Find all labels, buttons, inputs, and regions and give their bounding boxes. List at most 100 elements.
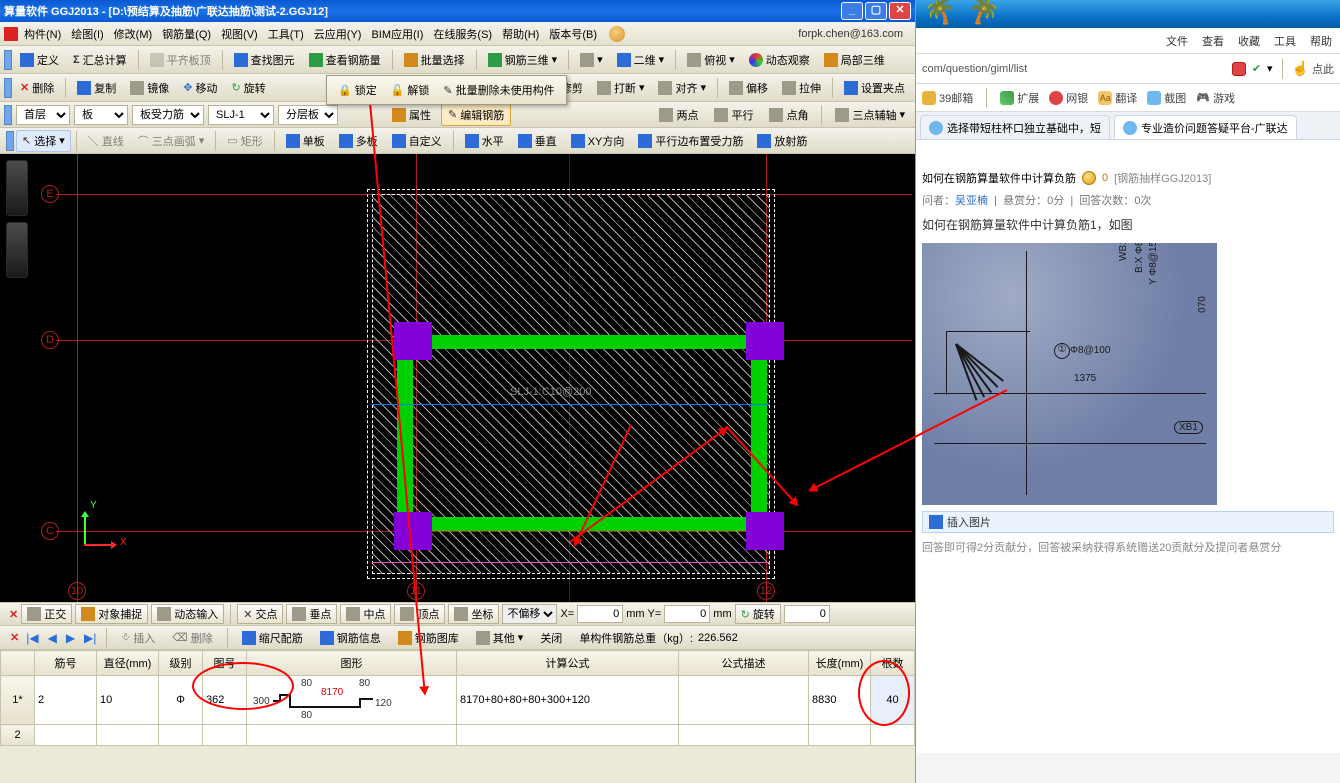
insert-row-button[interactable]: ⎀插入 [115, 627, 161, 649]
batch-select-button[interactable]: 批量选择 [398, 49, 471, 71]
single-slab-button[interactable]: 单板 [280, 130, 331, 152]
delete-button[interactable]: ✕删除 [14, 77, 60, 99]
cell-dia[interactable] [97, 725, 159, 746]
cell-grade[interactable] [159, 725, 203, 746]
point-angle-button[interactable]: 点角 [763, 105, 814, 125]
col-len[interactable]: 长度(mm) [809, 651, 871, 676]
twopoint-button[interactable]: 两点 [653, 105, 704, 125]
menu-online[interactable]: 在线服务(S) [429, 24, 496, 44]
set-grip-button[interactable]: 设置夹点 [838, 77, 911, 99]
edit-rebar-button[interactable]: ✎编辑钢筋 [441, 104, 511, 126]
three-pt-aux-button[interactable]: 三点辅轴▾ [829, 105, 911, 125]
menu-bim[interactable]: BIM应用(I) [367, 24, 427, 44]
rebar-close-icon[interactable]: ✕ [10, 631, 19, 644]
x-input[interactable] [577, 605, 623, 623]
browser-menu-view[interactable]: 查看 [1202, 33, 1224, 49]
copy-button[interactable]: 复制 [71, 77, 122, 99]
url-text[interactable]: com/question/giml/list [922, 63, 1226, 75]
col-no[interactable]: 筋号 [35, 651, 97, 676]
menu-cloud[interactable]: 云应用(Y) [310, 24, 366, 44]
category-select[interactable]: 板 [74, 105, 128, 125]
row-index[interactable]: 2 [1, 725, 35, 746]
cell-count[interactable]: 40 [871, 676, 915, 725]
stretch-button[interactable]: 拉伸 [776, 77, 827, 99]
checkmark-icon[interactable]: ✔ [1252, 62, 1261, 75]
menu-tool[interactable]: 工具(T) [264, 24, 308, 44]
nav-next-button[interactable]: ▶ [64, 631, 77, 645]
floor-select[interactable]: 首层 [16, 105, 70, 125]
cell-shape-no[interactable] [203, 725, 247, 746]
minimize-button[interactable]: _ [841, 2, 863, 20]
2d-button[interactable]: 二维▾ [611, 49, 671, 71]
flat-top-button[interactable]: 平齐板顶 [144, 49, 217, 71]
cell-no[interactable] [35, 725, 97, 746]
col-shape-no[interactable]: 图号 [203, 651, 247, 676]
floating-toolbar[interactable]: 🔒锁定 🔓解锁 ✎批量删除未使用构件 [326, 75, 567, 105]
cell-dia[interactable]: 10 [97, 676, 159, 725]
cell-shape[interactable]: 80 80 8170 300 120 80 [247, 676, 457, 725]
scale-rebar-button[interactable]: 缩尺配筋 [236, 627, 309, 649]
dyn-view-button[interactable]: 动态观察 [743, 49, 816, 71]
cell-desc[interactable] [679, 676, 809, 725]
col-count[interactable]: 根数 [871, 651, 915, 676]
mirror-button[interactable]: 镜像 [124, 77, 175, 99]
game-ext[interactable]: 🎮游戏 [1196, 90, 1235, 106]
mid-snap[interactable]: 中点 [340, 604, 391, 624]
menu-draw[interactable]: 绘图(I) [67, 24, 107, 44]
col-idx[interactable] [1, 651, 35, 676]
rebar-3d-button[interactable]: 钢筋三维▾ [482, 49, 564, 71]
custom-slab-button[interactable]: 自定义 [386, 130, 448, 152]
coord-snap[interactable]: 坐标 [448, 604, 499, 624]
menu-view[interactable]: 视图(V) [217, 24, 262, 44]
translate-ext[interactable]: Aа翻译 [1098, 90, 1137, 106]
unlock-button[interactable]: 🔓解锁 [385, 79, 436, 101]
menu-help[interactable]: 帮助(H) [498, 24, 543, 44]
move-button[interactable]: ✥移动 [177, 77, 223, 99]
menu-version[interactable]: 版本号(B) [545, 24, 601, 44]
col-desc[interactable]: 公式描述 [679, 651, 809, 676]
tab-item[interactable]: 选择带短柱杯口独立基础中，短 [920, 115, 1110, 139]
layer-select[interactable]: 分层板1 [278, 105, 338, 125]
radial-button[interactable]: 放射筋 [751, 130, 813, 152]
line-tool[interactable]: ＼直线 [82, 130, 130, 152]
perp-snap[interactable]: 垂点 [286, 604, 337, 624]
insert-image-button[interactable]: 插入图片 [922, 511, 1334, 533]
y-input[interactable] [664, 605, 710, 623]
other-button[interactable]: 其他▾ [470, 627, 530, 649]
dropdown-icon[interactable]: ▾ [1267, 62, 1273, 75]
bank-ext[interactable]: 网银 [1049, 90, 1088, 106]
parallel-button[interactable]: 平行 [708, 105, 759, 125]
view-cube-button[interactable]: ▾ [574, 50, 609, 70]
offset-mode-select[interactable]: 不偏移 [502, 604, 557, 624]
define-button[interactable]: 定义 [14, 49, 65, 71]
menu-component[interactable]: 构件(N) [20, 24, 65, 44]
menu-modify[interactable]: 修改(M) [110, 24, 157, 44]
table-row[interactable]: 1* 2 10 Φ 362 80 80 8170 300 120 80 [1, 676, 915, 725]
offset-button[interactable]: 偏移 [723, 77, 774, 99]
multi-slab-button[interactable]: 多板 [333, 130, 384, 152]
vertical-button[interactable]: 垂直 [512, 130, 563, 152]
batch-del-unused-button[interactable]: ✎批量删除未使用构件 [437, 79, 560, 101]
break-button[interactable]: 打断▾ [591, 77, 651, 99]
cell-no[interactable]: 2 [35, 676, 97, 725]
browser-menu-help[interactable]: 帮助 [1310, 33, 1332, 49]
user-avatar-icon[interactable] [609, 26, 625, 42]
col-grade[interactable]: 级别 [159, 651, 203, 676]
attribute-button[interactable]: 属性 [386, 105, 437, 125]
mail-ext[interactable]: 39邮箱 [922, 90, 973, 106]
ext-button[interactable]: 扩展 [1000, 90, 1039, 106]
close-button[interactable]: ✕ [889, 2, 911, 20]
align-button[interactable]: 对齐▾ [652, 77, 712, 99]
sum-calc-button[interactable]: Σ汇总计算 [67, 49, 133, 71]
cell-shape-no[interactable]: 362 [203, 676, 247, 725]
lock-button[interactable]: 🔒锁定 [332, 79, 383, 101]
beam-top[interactable] [397, 335, 767, 349]
security-icon[interactable] [1232, 62, 1246, 76]
pan-button[interactable]: 俯视▾ [681, 49, 741, 71]
subcategory-select[interactable]: 板受力筋 [132, 105, 204, 125]
menu-rebar-qty[interactable]: 钢筋量(Q) [158, 24, 215, 44]
browser-menu-tool[interactable]: 工具 [1274, 33, 1296, 49]
angle-input[interactable] [784, 605, 830, 623]
left-panel-grip[interactable] [0, 154, 34, 602]
cell-len[interactable]: 8830 [809, 676, 871, 725]
